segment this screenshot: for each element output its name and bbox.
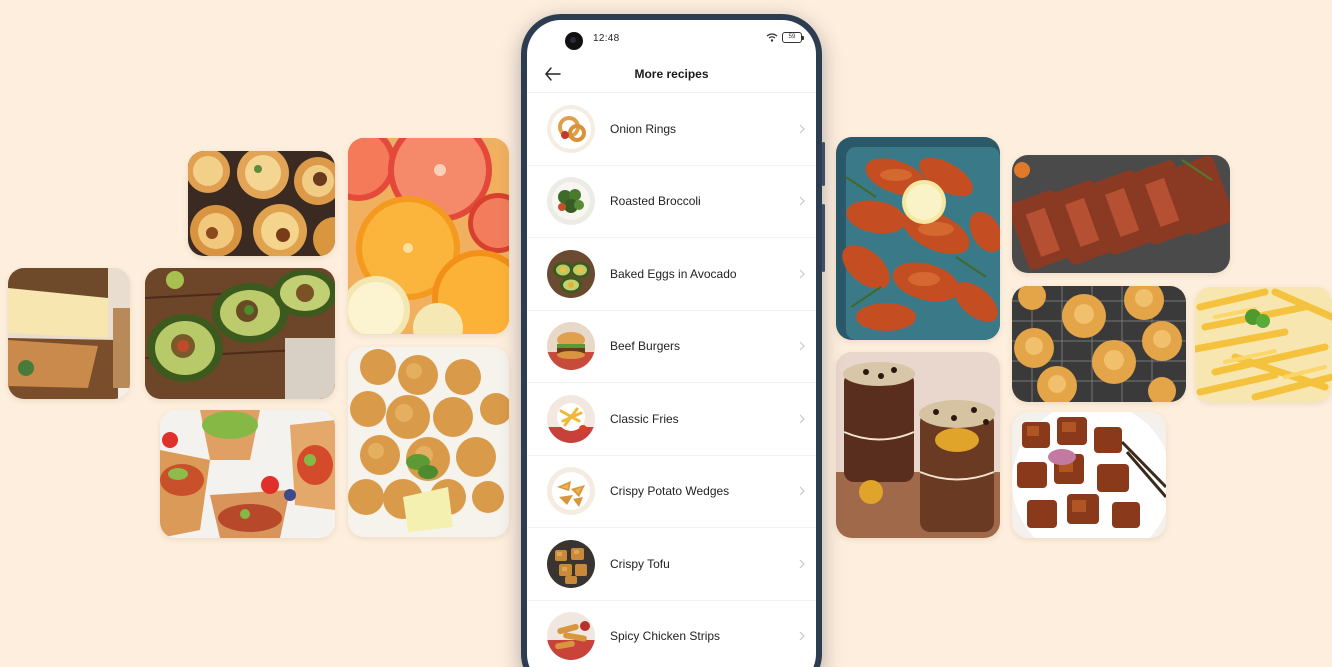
cheesecake-image <box>8 268 130 399</box>
chevron-right-icon <box>799 486 805 496</box>
recipe-label: Onion Rings <box>610 121 677 136</box>
recipe-item-classic-fries[interactable]: Classic Fries <box>527 383 816 456</box>
classic-fries-thumbnail <box>547 394 595 443</box>
potato-wedges-thumbnail <box>547 467 595 516</box>
steak-slices-image <box>1012 155 1230 273</box>
recipe-item-crispy-potato-wedges[interactable]: Crispy Potato Wedges <box>527 456 816 528</box>
braised-pork-image <box>1012 412 1166 538</box>
cream-puffs-image <box>1012 286 1186 402</box>
french-fries-image <box>1195 287 1332 402</box>
crispy-tofu-thumbnail <box>547 539 595 588</box>
chevron-right-icon <box>799 341 805 351</box>
volume-button <box>822 142 825 186</box>
wifi-icon <box>766 33 778 42</box>
recipe-label: Crispy Tofu <box>610 556 670 571</box>
phone-device: 12:48 59 More recipes Onion Rings Roaste… <box>521 14 825 667</box>
egg-tarts-image <box>188 151 335 256</box>
app-header: More recipes <box>527 56 816 93</box>
recipe-item-baked-eggs-in-avocado[interactable]: Baked Eggs in Avocado <box>527 238 816 311</box>
recipe-item-crispy-tofu[interactable]: Crispy Tofu <box>527 528 816 601</box>
power-button <box>822 204 825 272</box>
status-bar: 12:48 59 <box>527 20 816 56</box>
avocado-cups-image <box>160 410 335 538</box>
recipe-item-roasted-broccoli[interactable]: Roasted Broccoli <box>527 166 816 238</box>
chevron-right-icon <box>799 414 805 424</box>
status-icons: 59 <box>766 32 804 43</box>
recipe-label: Crispy Potato Wedges <box>610 484 730 499</box>
chocolate-cups-image <box>836 352 1000 538</box>
chevron-right-icon <box>799 631 805 641</box>
beef-burgers-thumbnail <box>547 322 595 371</box>
recipe-list: Onion Rings Roasted Broccoli Baked Eggs … <box>527 93 816 667</box>
fried-chicken-bites-image <box>348 347 509 537</box>
status-time: 12:48 <box>593 33 620 44</box>
onion-rings-thumbnail <box>547 104 595 153</box>
grilled-wings-image <box>836 137 1000 340</box>
chevron-right-icon <box>799 269 805 279</box>
recipe-label: Baked Eggs in Avocado <box>610 266 737 281</box>
chevron-right-icon <box>799 196 805 206</box>
roasted-broccoli-thumbnail <box>547 177 595 226</box>
chevron-right-icon <box>799 559 805 569</box>
recipe-label: Roasted Broccoli <box>610 194 701 209</box>
recipe-item-onion-rings[interactable]: Onion Rings <box>527 93 816 166</box>
chicken-strips-thumbnail <box>547 612 595 661</box>
front-camera <box>565 32 583 50</box>
citrus-slices-image <box>348 138 509 334</box>
promo-stage: 12:48 59 More recipes Onion Rings Roaste… <box>0 0 1332 667</box>
battery-icon: 59 <box>782 32 804 43</box>
recipe-item-spicy-chicken-strips[interactable]: Spicy Chicken Strips <box>527 601 816 667</box>
recipe-label: Classic Fries <box>610 411 679 426</box>
page-title: More recipes <box>634 67 709 81</box>
baked-eggs-avocado-thumbnail <box>547 249 595 298</box>
chevron-right-icon <box>799 124 805 134</box>
recipe-item-beef-burgers[interactable]: Beef Burgers <box>527 311 816 383</box>
avocado-halves-image <box>145 268 335 399</box>
phone-screen: 12:48 59 More recipes Onion Rings Roaste… <box>527 20 816 667</box>
recipe-label: Beef Burgers <box>610 339 681 354</box>
recipe-label: Spicy Chicken Strips <box>610 629 721 644</box>
